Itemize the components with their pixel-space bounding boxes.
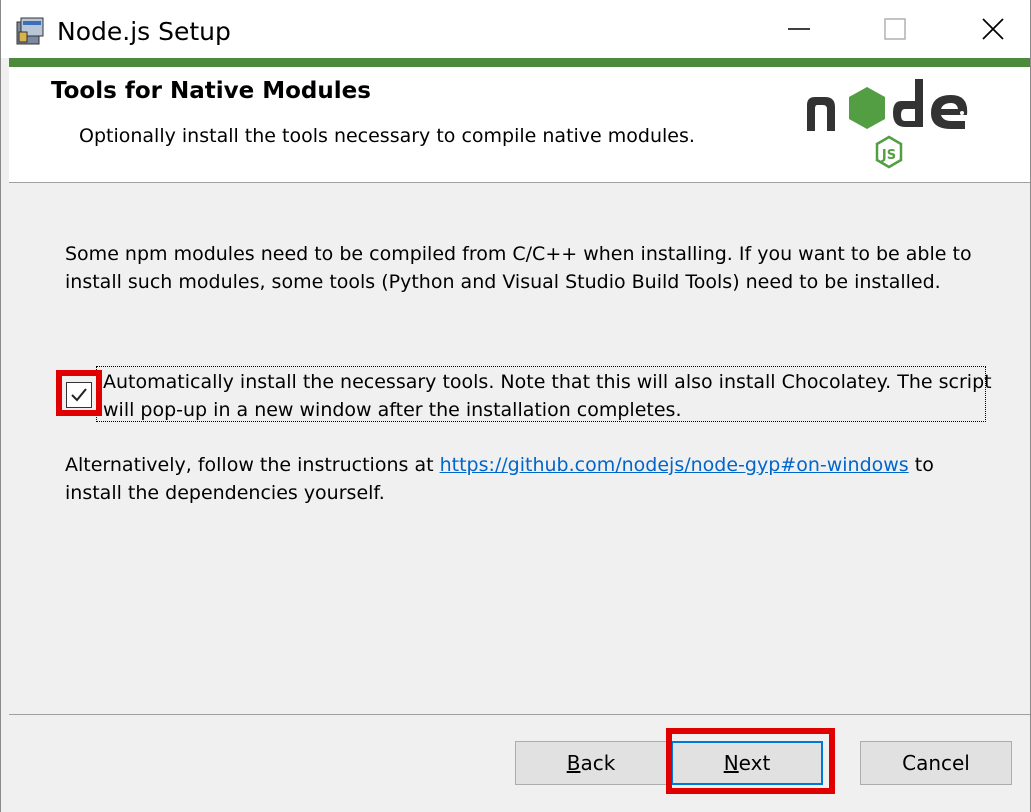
installer-icon bbox=[13, 14, 47, 48]
setup-window: Node.js Setup Tools for Native Modules O… bbox=[0, 0, 1031, 812]
close-button[interactable] bbox=[945, 0, 1031, 58]
footer-divider bbox=[9, 714, 1030, 715]
page-title: Tools for Native Modules bbox=[51, 78, 371, 104]
svg-text:JS: JS bbox=[881, 148, 896, 163]
back-mnemonic: B bbox=[566, 751, 581, 775]
maximize-icon bbox=[884, 18, 906, 40]
header-banner: Tools for Native Modules Optionally inst… bbox=[9, 67, 1030, 183]
node-gyp-link[interactable]: https://github.com/nodejs/node-gyp#on-wi… bbox=[440, 454, 909, 476]
maximize-button[interactable] bbox=[847, 0, 943, 58]
description-text: Some npm modules need to be compiled fro… bbox=[65, 243, 972, 293]
title-bar[interactable]: Node.js Setup bbox=[1, 0, 1030, 58]
alternative-instructions: Alternatively, follow the instructions a… bbox=[65, 451, 995, 507]
back-button[interactable]: Back bbox=[515, 741, 667, 785]
back-label: ack bbox=[580, 751, 616, 775]
checkbox-highlight bbox=[56, 370, 102, 416]
page-subtitle: Optionally install the tools necessary t… bbox=[79, 125, 695, 147]
cancel-button[interactable]: Cancel bbox=[860, 741, 1012, 785]
alt-prefix: Alternatively, follow the instructions a… bbox=[65, 454, 440, 476]
next-button-highlight bbox=[666, 728, 835, 794]
minimize-icon bbox=[788, 28, 810, 30]
minimize-button[interactable] bbox=[751, 0, 847, 58]
accent-bar bbox=[9, 58, 1030, 67]
node-js-logo: JS bbox=[801, 71, 981, 179]
install-tools-label[interactable]: Automatically install the necessary tool… bbox=[103, 368, 993, 424]
close-icon bbox=[982, 18, 1004, 40]
window-title: Node.js Setup bbox=[57, 17, 231, 46]
